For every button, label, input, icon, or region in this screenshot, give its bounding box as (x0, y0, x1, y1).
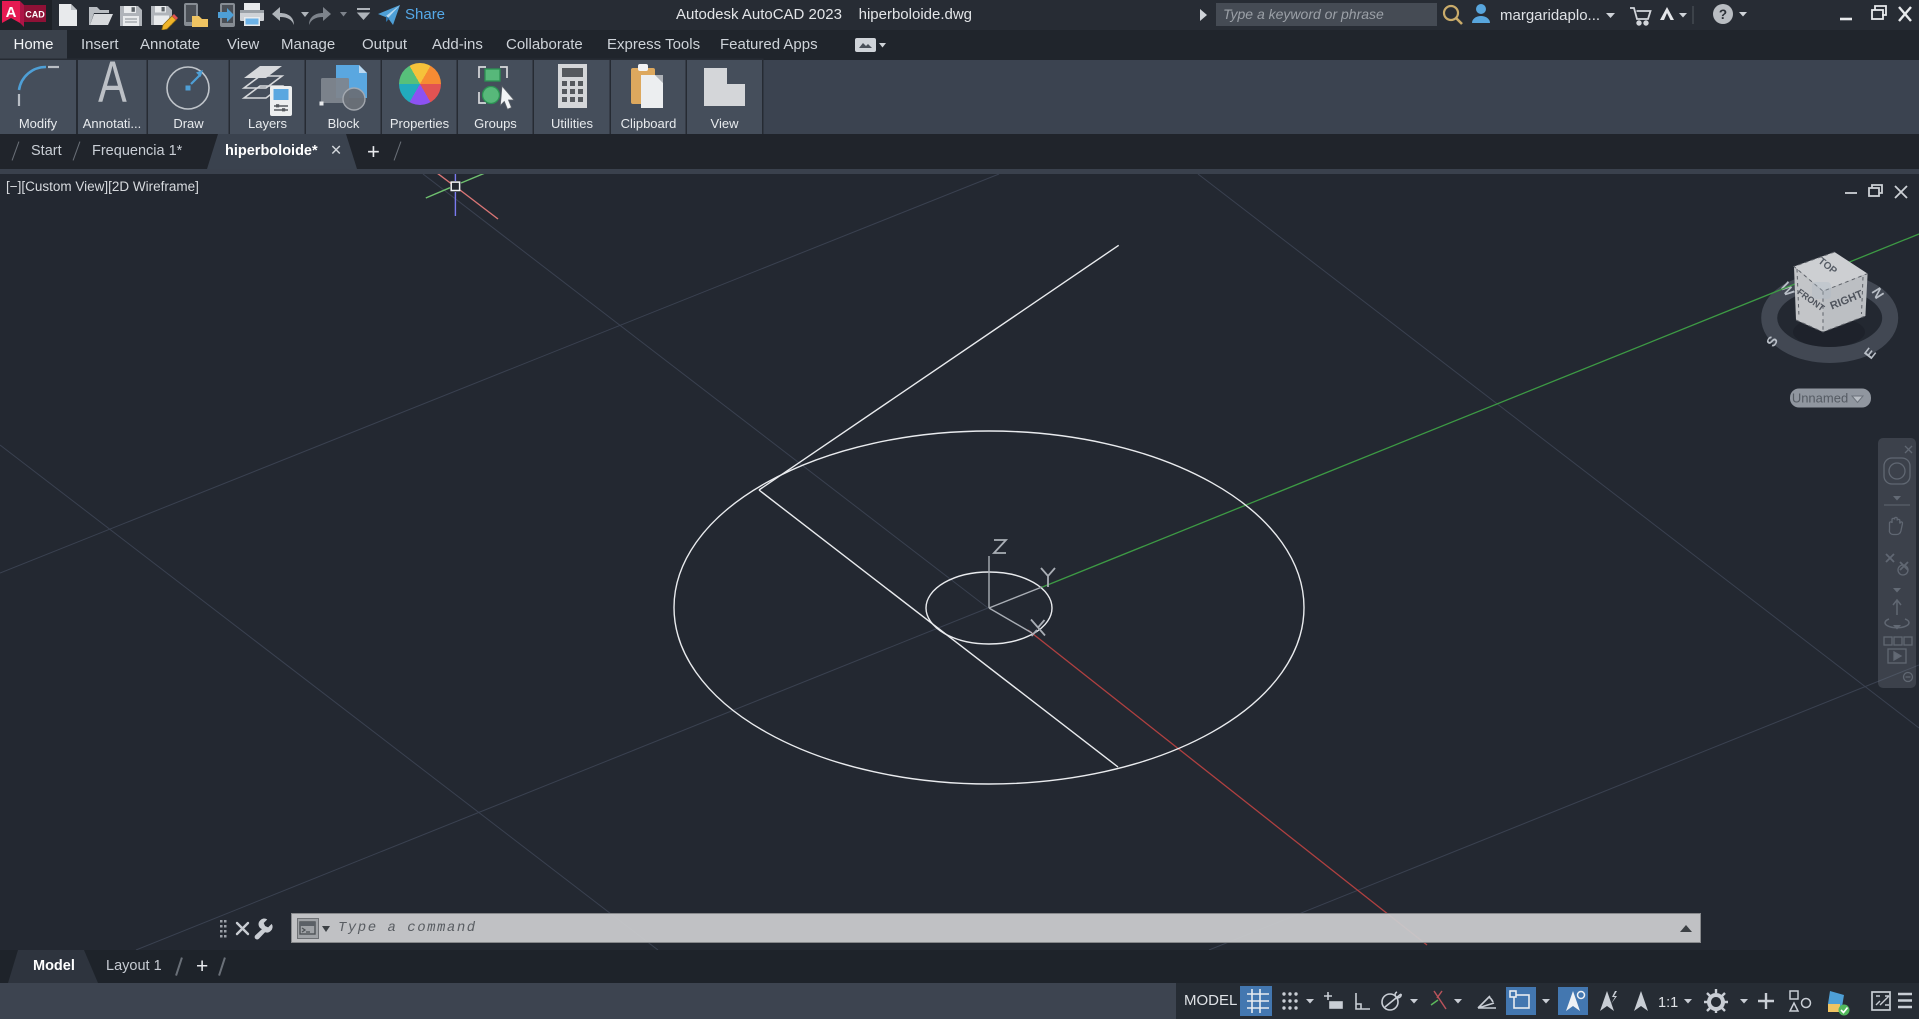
svg-text:1:1: 1:1 (1658, 995, 1678, 1011)
svg-text:Unnamed: Unnamed (1792, 391, 1848, 406)
svg-text:?: ? (1719, 7, 1727, 22)
svg-text:margaridaplo...: margaridaplo... (1500, 7, 1600, 24)
